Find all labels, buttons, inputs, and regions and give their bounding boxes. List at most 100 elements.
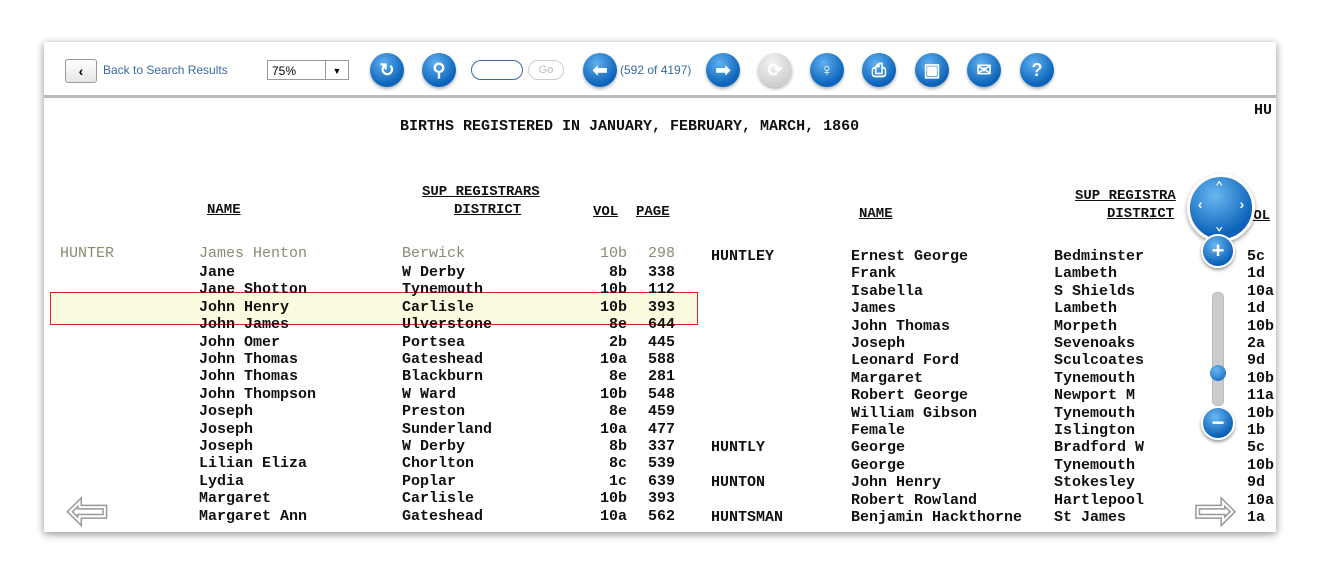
record-name: George — [851, 439, 906, 457]
record-vol: 8e — [608, 368, 627, 386]
pan-up-icon[interactable]: ⌃ — [1215, 179, 1223, 196]
record-name: Jane — [199, 264, 236, 281]
rotate-button[interactable]: ↻ — [370, 53, 404, 87]
record-page: 338 — [648, 264, 676, 281]
record-vol: 8b — [608, 438, 627, 455]
record-district: Morpeth — [1054, 317, 1118, 335]
record-surname: HUNTSMAN — [711, 509, 784, 526]
header-name: NAME — [207, 202, 241, 218]
pan-down-icon[interactable]: ⌄ — [1215, 218, 1223, 235]
record-page: 459 — [648, 403, 676, 421]
record-page: 477 — [648, 420, 676, 438]
record-vol: 8c — [608, 455, 627, 473]
record-district: Tynemouth — [1054, 404, 1136, 422]
record-name: Robert Rowland — [851, 491, 978, 509]
record-page: 644 — [648, 316, 676, 334]
help-button[interactable]: ? — [1020, 53, 1054, 87]
search-button[interactable]: ⚲ — [422, 53, 456, 87]
chevron-left-icon: ‹ — [78, 63, 84, 79]
zoom-slider[interactable] — [1210, 292, 1226, 406]
record-district: Islington — [1054, 422, 1136, 439]
next-button[interactable]: ➡ — [706, 53, 740, 87]
record-page: 393 — [648, 298, 676, 316]
zoom-select[interactable]: 75% ▼ — [267, 60, 349, 80]
record-name: Margaret — [199, 490, 272, 508]
next-image-arrow-icon[interactable]: ⇨ — [1193, 484, 1238, 532]
pan-left-icon[interactable]: ‹ — [1196, 198, 1204, 214]
record-page: 393 — [648, 490, 676, 508]
record-district: Chorlton — [402, 455, 475, 473]
print-button[interactable]: ⎙ — [862, 53, 896, 87]
record-vol: 10a — [599, 420, 627, 438]
record-page: 112 — [648, 281, 676, 299]
tips-button[interactable]: ♀ — [810, 53, 844, 87]
record-name: Robert George — [851, 387, 969, 405]
header-page: PAGE — [636, 204, 670, 220]
record-surname: HUNTER — [60, 245, 115, 262]
record-vol: 10b — [1247, 456, 1275, 474]
record-name: James Henton — [199, 245, 308, 262]
record-name: Lilian Eliza — [199, 455, 308, 473]
previous-button[interactable]: ⬅ — [583, 53, 617, 87]
record-district: Ulverstone — [402, 316, 493, 334]
record-name: John Thompson — [199, 385, 317, 403]
record-vol: 1d — [1247, 265, 1266, 283]
record-page: 337 — [648, 438, 676, 455]
record-vol: 8b — [608, 264, 627, 281]
record-vol: 1b — [1247, 422, 1266, 439]
record-name: John Henry — [851, 474, 942, 492]
record-district: Sunderland — [402, 420, 493, 438]
zoom-slider-handle[interactable] — [1210, 365, 1226, 381]
record-vol: 10b — [599, 385, 627, 403]
record-name: John Henry — [199, 298, 290, 316]
record-district: W Derby — [402, 438, 466, 455]
record-district: Newport M — [1054, 387, 1136, 405]
help-icon: ? — [1031, 60, 1043, 80]
document-image[interactable]: BIRTHS REGISTERED IN JANUARY, FEBRUARY, … — [44, 98, 1276, 532]
save-button[interactable]: ▣ — [915, 53, 949, 87]
back-to-search-link[interactable]: Back to Search Results — [103, 63, 228, 77]
plus-icon: + — [1211, 238, 1225, 263]
record-name: Ernest George — [851, 248, 969, 265]
record-page: 539 — [648, 455, 676, 473]
record-district: Gateshead — [402, 507, 484, 525]
record-name: Joseph — [199, 420, 254, 438]
record-vol: 8e — [608, 316, 627, 334]
header-district-1: SUP REGISTRARS — [422, 184, 540, 200]
record-vol: 10a — [599, 351, 627, 368]
email-icon: ✉ — [976, 60, 992, 80]
pan-control[interactable]: ⌃ ‹ › ⌄ — [1187, 174, 1255, 242]
record-name: George — [851, 456, 906, 474]
back-button[interactable]: ‹ — [65, 59, 97, 83]
record-page: 445 — [648, 333, 676, 351]
page-number-input[interactable] — [471, 60, 523, 80]
record-district: Carlisle — [402, 490, 475, 508]
zoom-in-button[interactable]: + — [1201, 234, 1235, 268]
refresh-icon: ⟳ — [767, 60, 783, 80]
record-surname: HUNTLEY — [711, 248, 775, 265]
refresh-button: ⟳ — [758, 53, 792, 87]
header-right-district-1: SUP REGISTRA — [1075, 188, 1176, 204]
previous-image-arrow-icon[interactable]: ⇦ — [65, 484, 110, 532]
record-vol: 10a — [1247, 282, 1275, 300]
email-button[interactable]: ✉ — [967, 53, 1001, 87]
record-district: Sculcoates — [1054, 352, 1145, 370]
pan-right-icon[interactable]: › — [1238, 198, 1246, 214]
record-name: James — [851, 300, 897, 318]
record-name: John Thomas — [851, 317, 951, 335]
go-button[interactable]: Go — [528, 60, 564, 80]
save-icon: ▣ — [923, 60, 941, 80]
zoom-out-button[interactable]: − — [1201, 406, 1235, 440]
record-vol: 10b — [599, 245, 627, 262]
record-district: Bedminster — [1054, 248, 1145, 265]
print-icon: ⎙ — [871, 60, 887, 80]
record-district: Bradford W — [1054, 439, 1145, 457]
header-right-district-2: DISTRICT — [1107, 206, 1175, 222]
record-vol: 2a — [1247, 335, 1266, 352]
record-vol: 10b — [599, 298, 627, 316]
record-vol: 9d — [1247, 352, 1266, 370]
record-name: William Gibson — [851, 404, 978, 422]
record-name: Margaret — [851, 369, 924, 387]
record-vol: 1a — [1247, 509, 1266, 526]
record-district: W Derby — [402, 264, 466, 281]
